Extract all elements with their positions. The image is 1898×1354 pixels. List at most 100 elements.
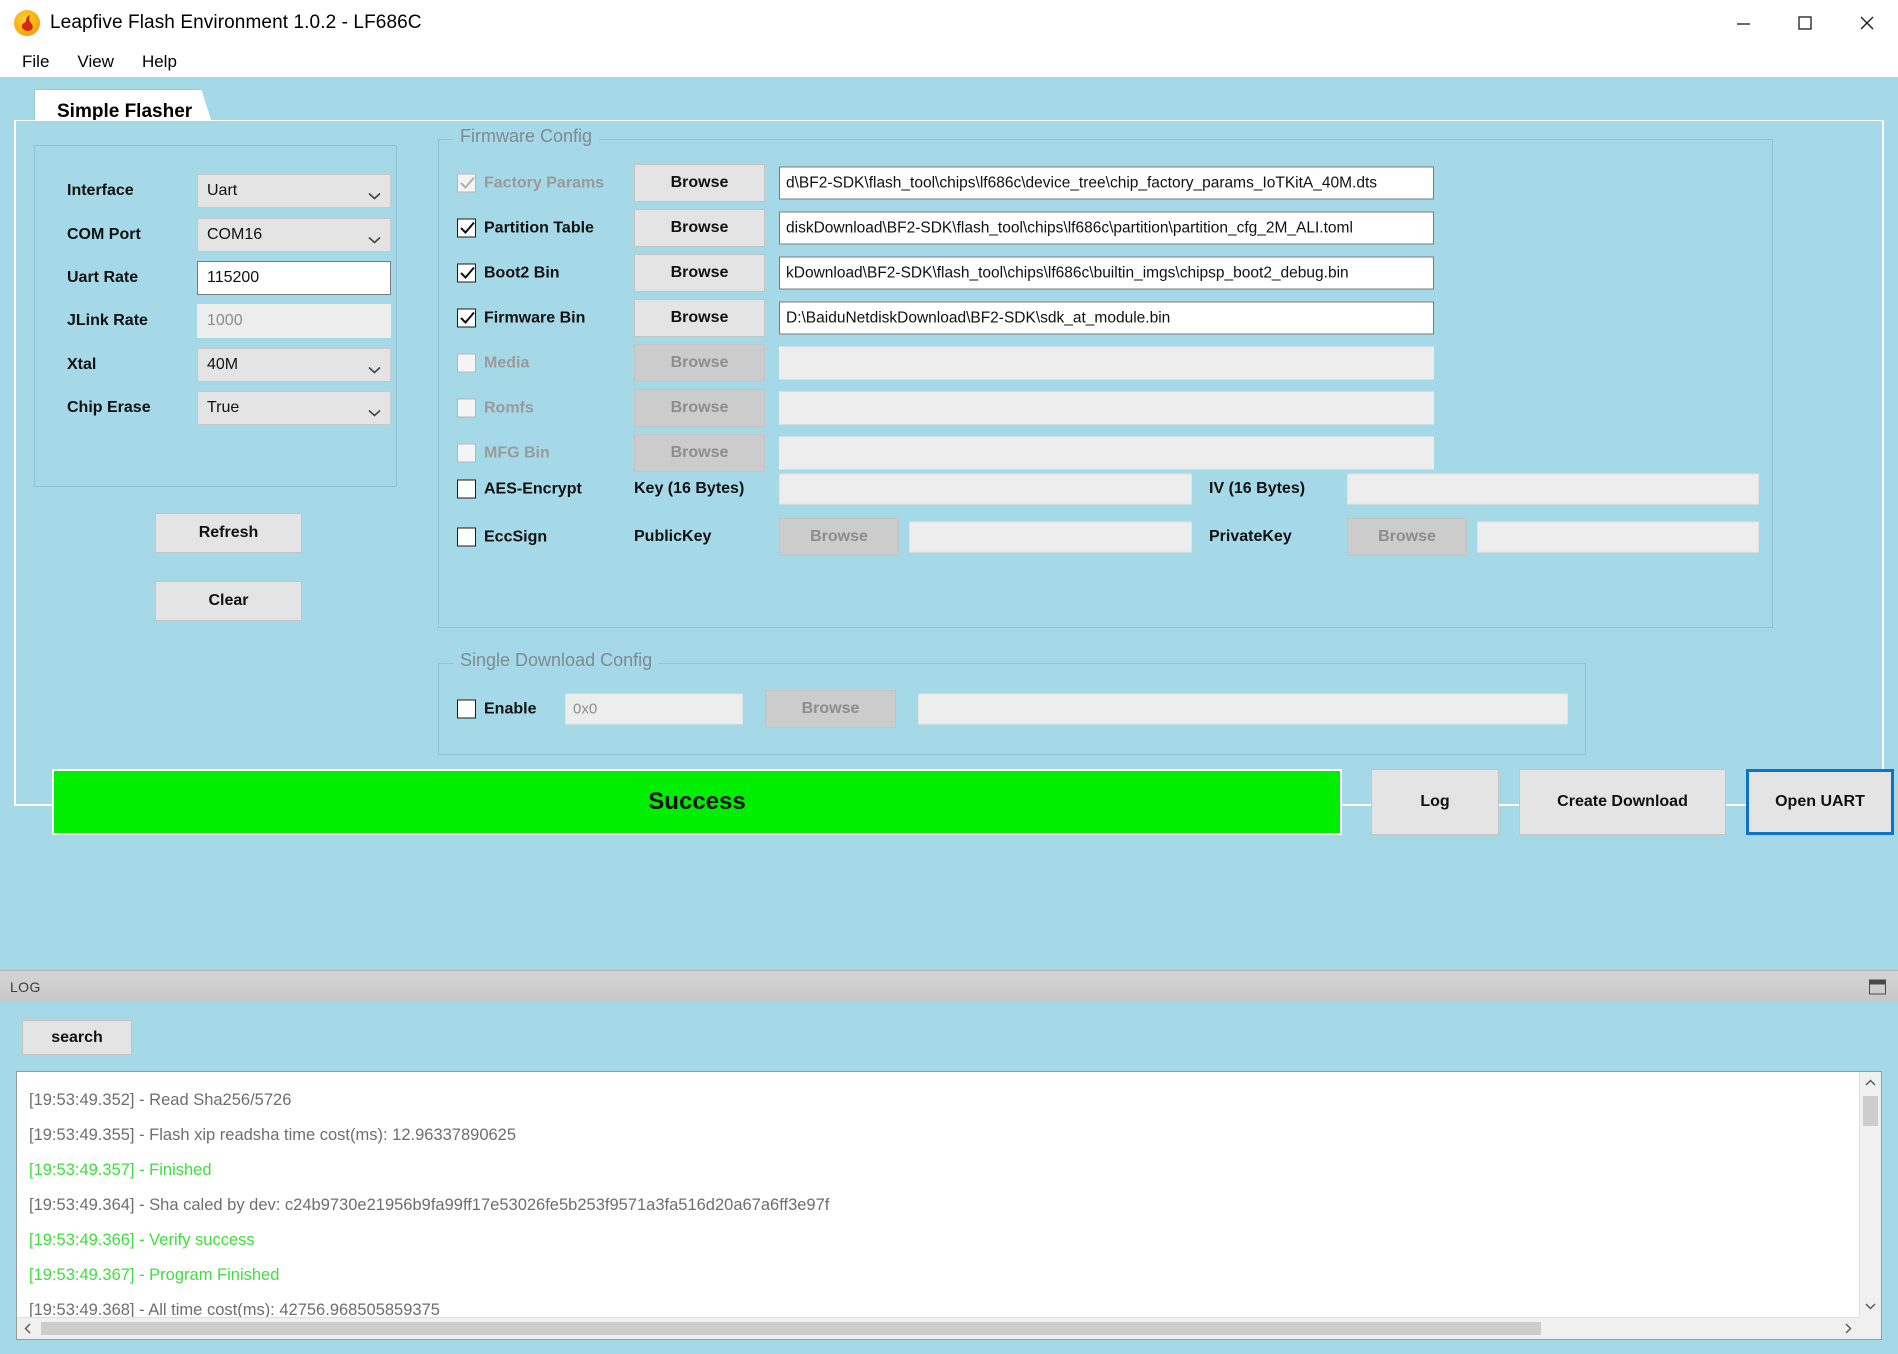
- clear-button[interactable]: Clear: [155, 581, 302, 621]
- privatekey-input[interactable]: [1477, 521, 1759, 553]
- log-vertical-scrollbar[interactable]: [1859, 1072, 1881, 1317]
- chevron-down-icon: [368, 361, 381, 374]
- setting-select-com-port[interactable]: COM16: [197, 218, 391, 252]
- path-input-romfs[interactable]: [779, 391, 1434, 425]
- setting-value: 40M: [207, 356, 239, 373]
- setting-select-xtal[interactable]: 40M: [197, 348, 391, 382]
- setting-label-chip-erase: Chip Erase: [67, 399, 151, 416]
- firmware-checkbox-factory-params[interactable]: Factory Params: [457, 173, 604, 193]
- firmware-checkbox-partition-table[interactable]: Partition Table: [457, 218, 594, 238]
- browse-button-firmware-bin[interactable]: Browse: [634, 299, 765, 337]
- firmware-row-factory-params: Factory Params Browse d\BF2-SDK\flash_tool…: [439, 164, 1772, 202]
- dock-panel-icon[interactable]: [1869, 979, 1886, 994]
- flame-icon: [14, 9, 40, 36]
- ecc-sign-checkbox[interactable]: EccSign: [457, 527, 547, 547]
- log-line: [19:53:49.368] - All time cost(ms): 4275…: [29, 1301, 440, 1317]
- menu-help[interactable]: Help: [130, 49, 189, 75]
- log-line: [19:53:49.364] - Sha caled by dev: c24b9…: [29, 1196, 830, 1214]
- log-vertical-scroll-thumb[interactable]: [1863, 1096, 1878, 1126]
- log-panel-title: LOG: [10, 978, 41, 995]
- checkbox-box: [457, 443, 476, 463]
- log-line: [19:53:49.366] - Verify success: [29, 1231, 255, 1249]
- maximize-icon[interactable]: [1774, 0, 1836, 46]
- privatekey-browse-button[interactable]: Browse: [1347, 518, 1467, 556]
- menu-view[interactable]: View: [65, 49, 126, 75]
- path-input-boot2-bin[interactable]: kDownload\BF2-SDK\flash_tool\chips\lf686…: [779, 256, 1434, 290]
- path-value: diskDownload\BF2-SDK\flash_tool\chips\lf…: [786, 219, 1353, 236]
- single-download-enable-checkbox[interactable]: Enable: [457, 699, 536, 719]
- menu-file[interactable]: File: [10, 49, 61, 75]
- search-button[interactable]: search: [22, 1020, 132, 1055]
- checkbox-box: [457, 263, 476, 283]
- firmware-checkbox-boot2-bin[interactable]: Boot2 Bin: [457, 263, 560, 283]
- path-input-mfg-bin[interactable]: [779, 436, 1434, 470]
- firmware-checkbox-mfg-bin[interactable]: MFG Bin: [457, 443, 550, 463]
- browse-button-mfg-bin[interactable]: Browse: [634, 434, 765, 472]
- browse-button-boot2-bin[interactable]: Browse: [634, 254, 765, 292]
- publickey-browse-button[interactable]: Browse: [779, 518, 899, 556]
- create-download-button[interactable]: Create Download: [1519, 769, 1726, 835]
- setting-label-com-port: COM Port: [67, 226, 141, 243]
- aes-key-input[interactable]: [779, 473, 1192, 505]
- open-uart-button[interactable]: Open UART: [1746, 769, 1894, 835]
- log-panel-header: LOG: [0, 970, 1898, 1002]
- firmware-checkbox-romfs[interactable]: Romfs: [457, 398, 534, 418]
- setting-row-xtal: Xtal 40M: [35, 348, 396, 382]
- path-input-firmware-bin[interactable]: D:\BaiduNetdiskDownload\BF2-SDK\sdk_at_m…: [779, 301, 1434, 335]
- path-input-partition-table[interactable]: diskDownload\BF2-SDK\flash_tool\chips\lf…: [779, 211, 1434, 245]
- setting-input-jlink-rate[interactable]: 1000: [197, 304, 391, 338]
- setting-select-interface[interactable]: Uart: [197, 174, 391, 208]
- log-horizontal-scroll-thumb[interactable]: [41, 1322, 1541, 1335]
- ecc-sign-row: EccSign PublicKey Browse PrivateKey Brow…: [439, 518, 1772, 556]
- aes-encrypt-checkbox[interactable]: AES-Encrypt: [457, 479, 582, 499]
- scroll-right-icon[interactable]: [1837, 1318, 1859, 1339]
- setting-row-interface: Interface Uart: [35, 174, 396, 208]
- setting-select-chip-erase[interactable]: True: [197, 391, 391, 425]
- aes-iv-label: IV (16 Bytes): [1209, 480, 1306, 497]
- title-bar: Leapfive Flash Environment 1.0.2 - LF686…: [0, 0, 1898, 46]
- single-download-address-input[interactable]: 0x0: [565, 693, 743, 725]
- browse-button-romfs[interactable]: Browse: [634, 389, 765, 427]
- window-title: Leapfive Flash Environment 1.0.2 - LF686…: [50, 11, 422, 33]
- setting-row-com-port: COM Port COM16: [35, 218, 396, 252]
- refresh-button[interactable]: Refresh: [155, 513, 302, 553]
- log-output-box: [19:53:49.352] - Read Sha256/5726 [19:53:…: [16, 1071, 1882, 1340]
- setting-label-jlink-rate: JLink Rate: [67, 312, 148, 329]
- firmware-row-partition-table: Partition Table Browse diskDownload\BF2-SD…: [439, 209, 1772, 247]
- checkbox-box: [457, 353, 476, 373]
- browse-button-partition-table[interactable]: Browse: [634, 209, 765, 247]
- scroll-up-icon[interactable]: [1860, 1072, 1881, 1094]
- setting-input-uart-rate[interactable]: 115200: [197, 261, 391, 295]
- aes-encrypt-label: AES-Encrypt: [484, 480, 582, 497]
- aes-iv-input[interactable]: [1347, 473, 1759, 505]
- browse-button-factory-params[interactable]: Browse: [634, 164, 765, 202]
- path-value: D:\BaiduNetdiskDownload\BF2-SDK\sdk_at_m…: [786, 309, 1171, 326]
- publickey-label: PublicKey: [634, 528, 712, 545]
- scroll-down-icon[interactable]: [1860, 1295, 1881, 1317]
- log-line: [19:53:49.355] - Flash xip readsha time …: [29, 1126, 517, 1144]
- firmware-checkbox-firmware-bin[interactable]: Firmware Bin: [457, 308, 585, 328]
- window-controls: [1712, 0, 1898, 46]
- status-banner: Success: [52, 769, 1342, 835]
- browse-button-media[interactable]: Browse: [634, 344, 765, 382]
- publickey-input[interactable]: [909, 521, 1192, 553]
- scroll-left-icon[interactable]: [17, 1318, 39, 1339]
- log-horizontal-scrollbar[interactable]: [17, 1317, 1859, 1339]
- single-download-address-placeholder: 0x0: [573, 700, 598, 718]
- minimize-icon[interactable]: [1712, 0, 1774, 46]
- path-input-factory-params[interactable]: d\BF2-SDK\flash_tool\chips\lf686c\device…: [779, 166, 1434, 200]
- firmware-label-boot2-bin: Boot2 Bin: [484, 264, 560, 281]
- setting-row-chip-erase: Chip Erase True: [35, 391, 396, 425]
- log-button[interactable]: Log: [1371, 769, 1499, 835]
- firmware-row-mfg-bin: MFG Bin Browse: [439, 434, 1772, 472]
- setting-row-jlink-rate: JLink Rate 1000: [35, 304, 396, 338]
- single-download-browse-button[interactable]: Browse: [765, 690, 896, 728]
- close-icon[interactable]: [1836, 0, 1898, 46]
- firmware-checkbox-media[interactable]: Media: [457, 353, 529, 373]
- single-download-path-input[interactable]: [918, 693, 1568, 725]
- log-line: [19:53:49.352] - Read Sha256/5726: [29, 1091, 292, 1109]
- setting-value: 115200: [207, 269, 260, 286]
- path-input-media[interactable]: [779, 346, 1434, 380]
- checkbox-box: [457, 479, 476, 499]
- checkbox-box: [457, 398, 476, 418]
